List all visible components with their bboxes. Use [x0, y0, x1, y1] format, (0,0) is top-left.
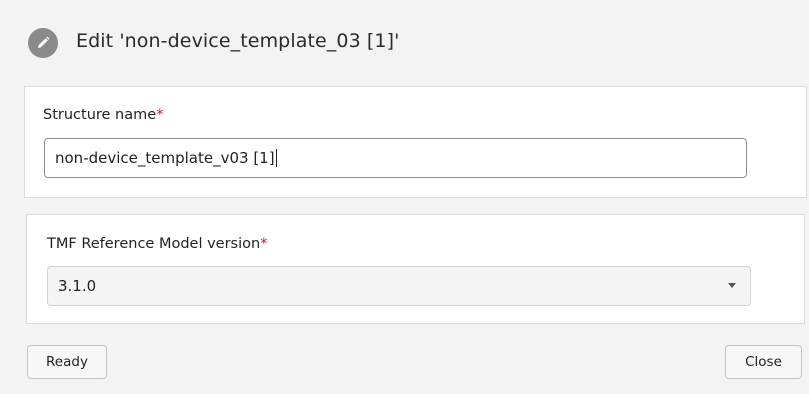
ready-button[interactable]: Ready	[27, 345, 107, 379]
required-marker: *	[260, 236, 268, 252]
tmf-version-label: TMF Reference Model version*	[47, 236, 267, 252]
structure-name-label: Structure name*	[43, 107, 163, 123]
dialog-title: Edit 'non-device_template_03 [1]'	[76, 30, 400, 52]
structure-name-label-text: Structure name	[43, 107, 157, 123]
structure-name-input[interactable]: non-device_template_v03 [1]	[44, 138, 747, 178]
pencil-icon	[28, 28, 58, 58]
tmf-version-label-text: TMF Reference Model version	[47, 236, 261, 252]
dialog-header: Edit 'non-device_template_03 [1]'	[0, 0, 809, 84]
tmf-version-selected-value: 3.1.0	[58, 277, 97, 295]
close-button[interactable]: Close	[725, 345, 802, 379]
tmf-version-panel: TMF Reference Model version* 3.1.0	[26, 214, 805, 324]
structure-name-value: non-device_template_v03 [1]	[55, 149, 275, 167]
text-cursor	[275, 148, 277, 167]
structure-name-panel: Structure name* non-device_template_v03 …	[24, 86, 807, 198]
tmf-version-select[interactable]: 3.1.0	[47, 266, 751, 306]
chevron-down-icon	[728, 283, 736, 288]
required-marker: *	[156, 107, 164, 123]
